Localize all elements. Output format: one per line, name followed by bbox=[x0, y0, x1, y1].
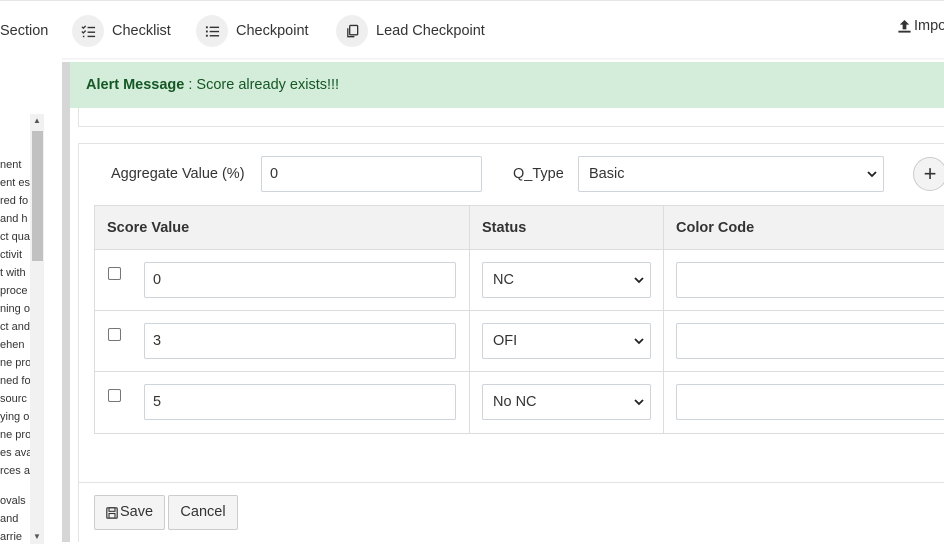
tree-item[interactable]: and bbox=[0, 510, 30, 528]
row-select-cell bbox=[94, 372, 133, 434]
checklist-icon bbox=[72, 15, 104, 47]
save-icon bbox=[106, 506, 118, 519]
nav-import[interactable]: Impo bbox=[897, 11, 944, 41]
tree-item[interactable]: ned fo bbox=[0, 372, 30, 390]
row-select-cell bbox=[94, 311, 133, 372]
color-input[interactable] bbox=[676, 262, 944, 298]
previous-card bbox=[78, 108, 944, 127]
row-checkbox[interactable] bbox=[108, 389, 121, 402]
chevron-down-icon bbox=[634, 338, 644, 345]
tree-item[interactable]: ovals bbox=[0, 492, 30, 510]
status-cell: NC bbox=[469, 250, 664, 311]
score-cell: 3 bbox=[132, 311, 470, 372]
tree-item[interactable]: sourc bbox=[0, 390, 30, 408]
header-color-code: Color Code bbox=[663, 205, 944, 250]
tree-item[interactable]: rces a bbox=[0, 462, 30, 480]
tree-item[interactable]: ehen bbox=[0, 336, 30, 354]
tree-item[interactable]: nent bbox=[0, 156, 30, 174]
tree-item[interactable]: ctivit bbox=[0, 246, 30, 264]
form-divider bbox=[78, 482, 944, 483]
color-cell bbox=[663, 250, 944, 311]
tree-item[interactable]: proce bbox=[0, 282, 30, 300]
color-input[interactable] bbox=[676, 384, 944, 420]
chevron-down-icon bbox=[867, 171, 877, 178]
left-tree-panel: nent ent es red fo and h ct qua ctivit t with p… bbox=[0, 58, 62, 544]
status-select[interactable]: No NC bbox=[482, 384, 651, 420]
status-cell: No NC bbox=[469, 372, 664, 434]
list-icon bbox=[196, 15, 228, 47]
nav-lead-checkpoint[interactable]: Lead Checkpoint bbox=[336, 15, 485, 47]
aggregate-label: Aggregate Value (%) bbox=[111, 166, 245, 182]
scroll-up-icon[interactable]: ▲ bbox=[33, 116, 41, 126]
status-selected-value: No NC bbox=[493, 394, 537, 410]
nav-checkpoint[interactable]: Checkpoint bbox=[196, 15, 309, 47]
tree-item[interactable]: ct and bbox=[0, 318, 30, 336]
add-button[interactable]: + bbox=[913, 157, 944, 191]
qtype-label: Q_Type bbox=[513, 166, 564, 182]
panel-divider bbox=[62, 62, 70, 542]
color-cell bbox=[663, 372, 944, 434]
nav-import-label: Impo bbox=[914, 18, 944, 34]
main-content: Alert Message : Score already exists!!! … bbox=[70, 62, 944, 542]
status-selected-value: OFI bbox=[493, 333, 518, 349]
row-checkbox[interactable] bbox=[108, 267, 121, 280]
color-input[interactable] bbox=[676, 323, 944, 359]
score-input[interactable]: 3 bbox=[144, 323, 456, 359]
score-cell: 0 bbox=[132, 250, 470, 311]
save-label: Save bbox=[119, 504, 154, 520]
qtype-select[interactable]: Basic bbox=[578, 156, 884, 192]
score-cell: 5 bbox=[132, 372, 470, 434]
nav-checklist[interactable]: Checklist bbox=[72, 15, 171, 47]
tree-item[interactable]: red fo bbox=[0, 192, 30, 210]
copy-icon bbox=[336, 15, 368, 47]
upload-icon bbox=[898, 19, 911, 33]
row-select-cell bbox=[94, 250, 133, 311]
aggregate-input[interactable]: 0 bbox=[261, 156, 482, 192]
header-status: Status bbox=[469, 205, 664, 250]
chevron-down-icon bbox=[634, 399, 644, 406]
cancel-label: Cancel bbox=[180, 504, 226, 520]
plus-icon: + bbox=[923, 161, 937, 186]
score-input[interactable]: 5 bbox=[144, 384, 456, 420]
status-select[interactable]: OFI bbox=[482, 323, 651, 359]
nav-section[interactable]: Section bbox=[0, 15, 48, 47]
chevron-down-icon bbox=[634, 277, 644, 284]
status-selected-value: NC bbox=[493, 272, 514, 288]
score-table: Score Value Status Color Code 0 NC 3 OFI… bbox=[94, 205, 944, 434]
top-toolbar: Section Checklist Checkpoint Lead Checkp… bbox=[0, 0, 944, 58]
color-cell bbox=[663, 311, 944, 372]
nav-checklist-label: Checklist bbox=[112, 23, 171, 39]
tree-item[interactable]: ne pro bbox=[0, 426, 30, 444]
scrollbar-thumb[interactable] bbox=[32, 131, 43, 261]
save-button[interactable]: Save bbox=[94, 495, 165, 530]
nav-lead-checkpoint-label: Lead Checkpoint bbox=[376, 23, 485, 39]
nav-section-label: Section bbox=[0, 23, 49, 39]
alert-text: : Score already exists!!! bbox=[184, 77, 340, 93]
qtype-selected-value: Basic bbox=[589, 166, 625, 182]
header-score-value: Score Value bbox=[94, 205, 470, 250]
cancel-button[interactable]: Cancel bbox=[168, 495, 238, 530]
alert-message: Alert Message : Score already exists!!! bbox=[70, 62, 944, 108]
alert-title: Alert Message bbox=[86, 77, 185, 93]
tree-item[interactable]: and h bbox=[0, 210, 30, 228]
tree-item[interactable]: ent es bbox=[0, 174, 30, 192]
nav-checkpoint-label: Checkpoint bbox=[236, 23, 309, 39]
tree-list: nent ent es red fo and h ct qua ctivit t with p… bbox=[0, 156, 30, 546]
score-input[interactable]: 0 bbox=[144, 262, 456, 298]
tree-item[interactable]: ying o bbox=[0, 408, 30, 426]
tree-scrollbar[interactable]: ▲ ▼ bbox=[30, 114, 44, 544]
tree-item[interactable]: ning o bbox=[0, 300, 30, 318]
tree-item[interactable]: arrie bbox=[0, 528, 30, 546]
scroll-down-icon[interactable]: ▼ bbox=[33, 532, 41, 542]
row-checkbox[interactable] bbox=[108, 328, 121, 341]
tree-item[interactable]: es ava bbox=[0, 444, 30, 462]
tree-item[interactable]: ne pro bbox=[0, 354, 30, 372]
tree-item[interactable]: ct qua bbox=[0, 228, 30, 246]
status-select[interactable]: NC bbox=[482, 262, 651, 298]
status-cell: OFI bbox=[469, 311, 664, 372]
tree-item[interactable]: t with bbox=[0, 264, 30, 282]
